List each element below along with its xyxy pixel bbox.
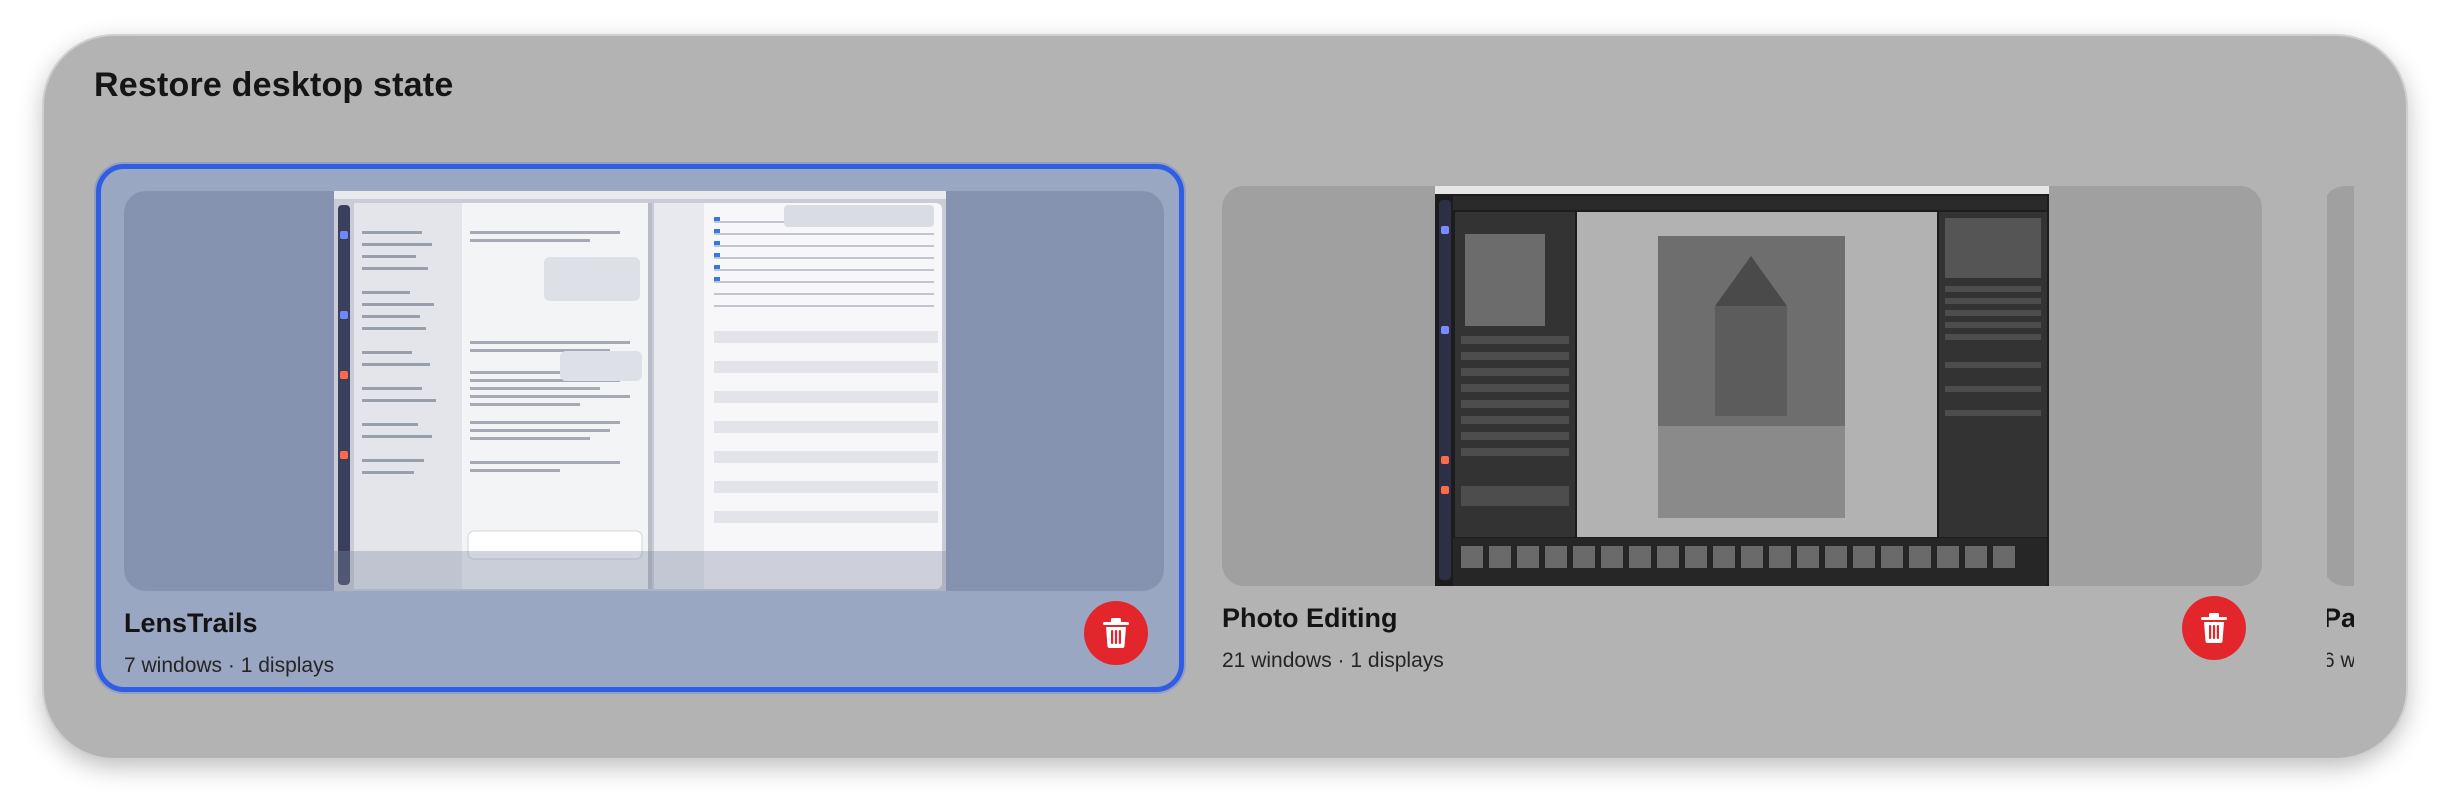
state-summary: 21 windows · 1 displays xyxy=(1222,649,1444,672)
trash-icon xyxy=(2201,613,2227,643)
state-summary: 6 w xyxy=(2327,649,2354,672)
desktop-screenshot-thumbnail xyxy=(1435,186,2049,586)
dialog-title: Restore desktop state xyxy=(94,66,454,104)
trash-icon xyxy=(1103,618,1129,648)
state-name: Photo Editing xyxy=(1222,603,1398,633)
state-name: LensTrails xyxy=(124,608,258,638)
state-card-partial[interactable]: Pa 6 w xyxy=(2327,164,2354,692)
desktop-screenshot-thumbnail xyxy=(334,191,946,591)
state-card-lenstrails[interactable]: LensTrails 7 windows · 1 displays xyxy=(96,164,1184,692)
state-card-photo-editing[interactable]: Photo Editing 21 windows · 1 displays xyxy=(1199,164,2287,692)
delete-state-button[interactable] xyxy=(2182,596,2246,660)
state-preview xyxy=(2327,186,2354,586)
state-preview xyxy=(1222,186,2262,586)
delete-state-button[interactable] xyxy=(1084,601,1148,665)
state-summary: 7 windows · 1 displays xyxy=(124,654,335,677)
restore-dialog: Restore desktop state LensTrails 7 windo… xyxy=(44,36,2406,758)
state-name: Pa xyxy=(2327,603,2354,633)
state-card-third[interactable]: Pa 6 w xyxy=(2327,164,2354,692)
state-preview xyxy=(124,191,1164,591)
